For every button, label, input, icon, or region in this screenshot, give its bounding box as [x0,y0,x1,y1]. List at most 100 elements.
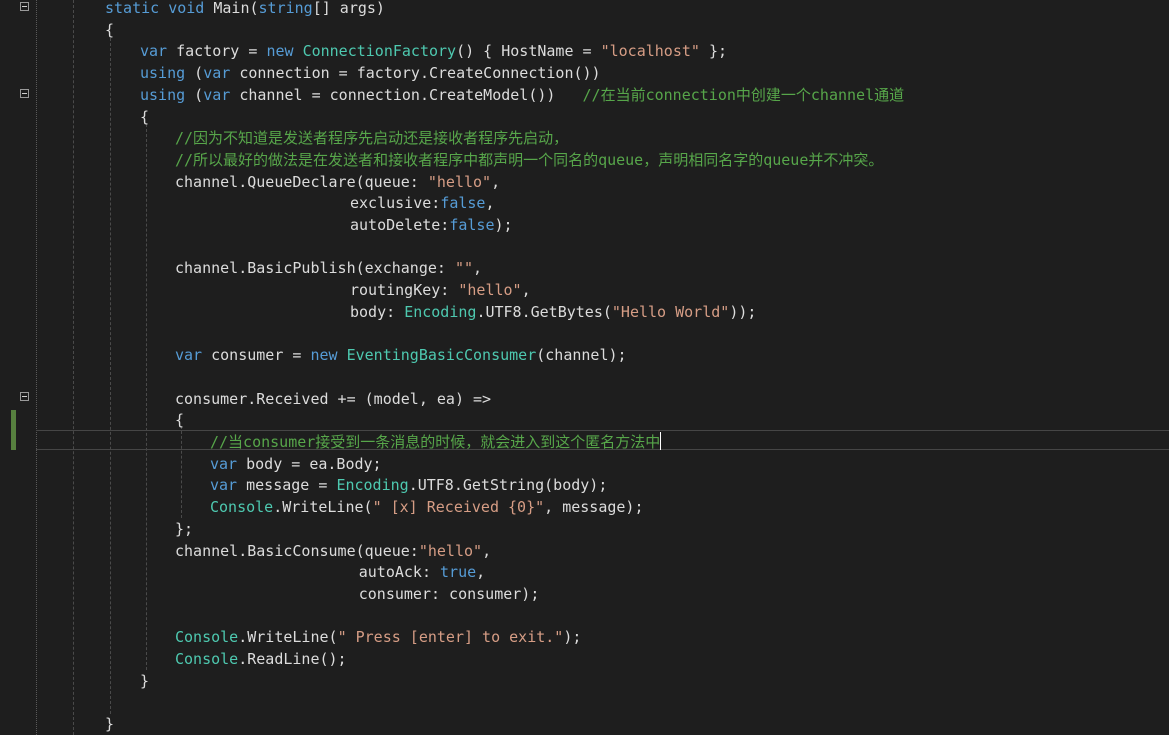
code-token: , [491,172,501,191]
code-token: consumer = [202,346,311,365]
code-line[interactable]: var factory = new ConnectionFactory() { … [140,41,727,63]
code-token: Main( [204,0,259,17]
code-line[interactable]: autoAck: true, [359,562,485,584]
code-token: var [203,85,231,104]
code-token: " Press [enter] to exit." [337,628,564,647]
code-token: .WriteLine( [238,628,338,647]
code-token: } [105,715,115,734]
code-token: channel.BasicPublish(exchange: [175,259,455,278]
code-token: new [266,42,294,61]
code-line[interactable]: using (var channel = connection.CreateMo… [140,85,904,107]
code-line[interactable]: var message = Encoding.UTF8.GetString(bo… [210,475,607,497]
code-token: var [203,64,231,83]
code-token: channel.QueueDeclare(queue: [175,172,428,191]
code-line[interactable]: } [105,714,114,735]
fold-minus-icon[interactable] [20,89,29,98]
code-line[interactable]: //当consumer接受到一条消息的时候，就会进入到这个匿名方法中 [210,432,662,454]
code-line[interactable]: var body = ea.Body; [210,454,382,476]
code-token: "" [454,259,474,278]
code-line[interactable]: static void Main(string[] args) [105,0,385,20]
code-line[interactable]: channel.BasicConsume(queue:"hello", [175,541,491,563]
code-token: Console [175,650,239,668]
code-token: " [x] Received {0}" [372,498,545,517]
code-token: "hello" [427,172,492,191]
code-token: var [175,346,203,365]
code-line[interactable]: consumer: consumer); [359,584,540,606]
code-token: .UTF8.GetString(body); [408,476,608,495]
gutter-separator [36,0,37,735]
code-token: .UTF8.GetBytes( [476,302,612,321]
code-line[interactable]: Console.ReadLine(); [175,649,347,671]
code-token: body = ea.Body; [237,454,382,473]
code-token: Encoding [404,302,477,321]
code-token: ); [563,628,582,647]
code-token: , [521,281,531,300]
code-token: { [105,20,115,39]
code-token: //在当前connection中创建一个channel通道 [582,85,905,104]
code-token: )); [729,302,757,321]
code-line[interactable]: routingKey: "hello", [350,280,531,302]
code-line[interactable]: } [140,671,149,693]
code-token: channel = connection.CreateModel()) [230,85,583,104]
code-token: //因为不知道是发送者程序先启动还是接收者程序先启动， [175,129,569,148]
code-token: exclusive: [350,194,441,213]
code-line[interactable]: }; [175,519,193,541]
code-token: autoDelete: [350,216,450,234]
code-token: } [140,671,150,690]
code-token: factory = [167,42,267,61]
code-token: ConnectionFactory [302,42,457,61]
code-token: , message); [544,498,644,517]
code-token: //所以最好的做法是在发送者和接收者程序中都声明一个同名的queue，声明相同名… [175,150,884,169]
code-token: string [258,0,313,17]
code-token: ); [494,216,513,234]
fold-minus-icon[interactable] [20,2,29,11]
code-line[interactable]: { [105,20,114,42]
code-token: connection = factory.CreateConnection()) [230,64,601,83]
code-line[interactable]: consumer.Received += (model, ea) => [175,389,491,411]
code-token: false [449,216,495,234]
code-line[interactable]: //所以最好的做法是在发送者和接收者程序中都声明一个同名的queue，声明相同名… [175,150,883,172]
code-token: routingKey: [350,281,459,300]
code-token: using [140,85,186,104]
code-token: }; [175,519,194,538]
code-token: "hello" [458,281,522,300]
code-token: ( [185,85,204,104]
code-token: using [140,64,186,83]
code-token: { [140,107,150,126]
code-line[interactable]: { [175,410,184,432]
indent-guide [110,38,111,714]
code-token: Encoding [336,476,409,495]
code-token: channel.BasicConsume(queue: [175,541,419,560]
code-token: "Hello World" [611,302,730,321]
code-line[interactable]: Console.WriteLine(" Press [enter] to exi… [175,627,581,649]
code-line[interactable]: Console.WriteLine(" [x] Received {0}", m… [210,497,644,519]
code-token: consumer.Received += (model, ea) => [175,389,492,408]
code-line[interactable]: channel.BasicPublish(exchange: "", [175,258,482,280]
code-token: "localhost" [600,42,700,61]
code-line[interactable]: //因为不知道是发送者程序先启动还是接收者程序先启动， [175,128,568,150]
code-token: "hello" [418,541,483,560]
code-line[interactable]: channel.QueueDeclare(queue: "hello", [175,172,500,194]
code-token: , [473,259,483,278]
code-token: { [175,411,185,430]
indent-guide [146,124,147,670]
code-token: Console [175,628,239,647]
code-line[interactable]: exclusive:false, [350,193,495,215]
code-line[interactable]: autoDelete:false); [350,215,513,237]
code-token: var [210,476,238,495]
code-token: //当consumer接受到一条消息的时候，就会进入到这个匿名方法中 [210,433,661,451]
code-line[interactable]: var consumer = new EventingBasicConsumer… [175,345,627,367]
text-caret [660,432,662,450]
code-editor[interactable]: static void Main(string[] args){var fact… [0,0,1169,735]
code-token: , [485,194,495,213]
code-token: Console [210,498,274,517]
code-line[interactable]: using (var connection = factory.CreateCo… [140,63,601,85]
fold-minus-icon[interactable] [20,392,29,401]
code-line[interactable]: { [140,107,149,129]
code-token: autoAck: [358,563,441,582]
code-token: var [210,454,238,473]
code-line[interactable]: body: Encoding.UTF8.GetBytes("Hello Worl… [350,302,756,324]
